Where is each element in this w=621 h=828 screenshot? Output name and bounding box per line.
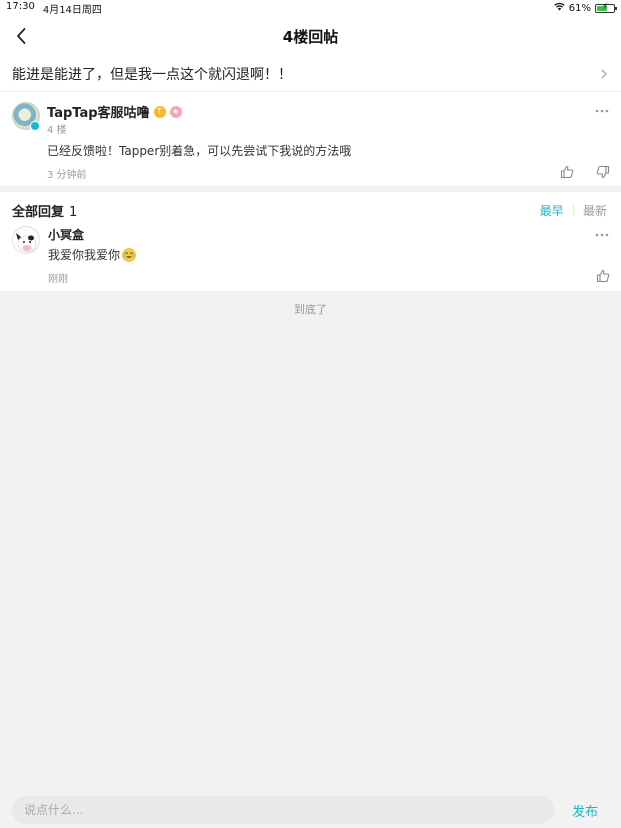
- publish-button[interactable]: 发布: [572, 801, 598, 820]
- sort-toggle: 最早 | 最新: [540, 202, 607, 219]
- reply-content: 我爱你我爱你: [48, 246, 137, 263]
- replies-section: 全部回复 1 最早 | 最新 小冥盒 我爱你我爱你 刚刚: [0, 192, 621, 291]
- nav-bar: 4楼回帖: [0, 16, 621, 56]
- post-content: 已经反馈啦！Tapper别着急，可以先尝试下我说的方法哦: [47, 144, 352, 158]
- official-badge-icon: T: [153, 105, 166, 118]
- sort-earliest-button[interactable]: 最早: [540, 202, 564, 219]
- reply-more-options-icon[interactable]: [595, 233, 609, 237]
- post-author[interactable]: TapTap客服咕噜: [47, 102, 150, 121]
- status-time: 17:30: [6, 0, 35, 12]
- replies-title: 全部回复: [12, 205, 65, 220]
- cow-avatar-icon: [13, 227, 39, 253]
- verified-badge-icon: [30, 121, 40, 131]
- reply-text: 我爱你我爱你: [48, 248, 121, 262]
- reply-avatar[interactable]: [12, 226, 40, 254]
- sort-latest-button[interactable]: 最新: [583, 202, 607, 219]
- post-time: 3 分钟前: [47, 170, 87, 181]
- more-options-icon[interactable]: [595, 109, 609, 113]
- medal-badge-icon: ★: [169, 105, 182, 118]
- like-icon[interactable]: [560, 165, 574, 179]
- charging-bolt-icon: ⚡: [602, 1, 609, 12]
- sort-divider: |: [571, 205, 575, 216]
- chevron-left-icon: [17, 28, 26, 44]
- reply-like-icon[interactable]: [596, 269, 610, 283]
- comment-bar: 发布: [0, 792, 621, 828]
- reply-time: 刚刚: [48, 274, 68, 285]
- end-of-list-text: 到底了: [294, 303, 327, 316]
- comment-input[interactable]: [12, 796, 554, 824]
- chevron-right-icon: [601, 69, 607, 78]
- reply-author[interactable]: 小冥盒: [48, 226, 84, 243]
- thread-link-text: 能进是能进了，但是我一点这个就闪退啊！！: [12, 66, 292, 83]
- replies-count: 1: [69, 205, 78, 220]
- wifi-icon: [554, 2, 565, 14]
- crying-laughing-emoji-icon: [122, 247, 137, 262]
- floor-number: 4 楼: [47, 125, 67, 136]
- page-title: 4楼回帖: [282, 27, 339, 46]
- dislike-icon[interactable]: [596, 165, 610, 179]
- back-button[interactable]: [12, 26, 32, 46]
- battery-icon: ⚡: [595, 1, 617, 13]
- floor-post: TapTap客服咕噜 T ★ 4 楼 已经反馈啦！Tapper别着急，可以先尝试…: [0, 92, 621, 186]
- original-thread-link[interactable]: 能进是能进了，但是我一点这个就闪退啊！！: [0, 56, 621, 92]
- status-bar: 17:30 4月14日周四 61% ⚡: [0, 0, 621, 16]
- status-date: 4月14日周四: [42, 4, 102, 16]
- battery-percent: 61%: [568, 2, 591, 14]
